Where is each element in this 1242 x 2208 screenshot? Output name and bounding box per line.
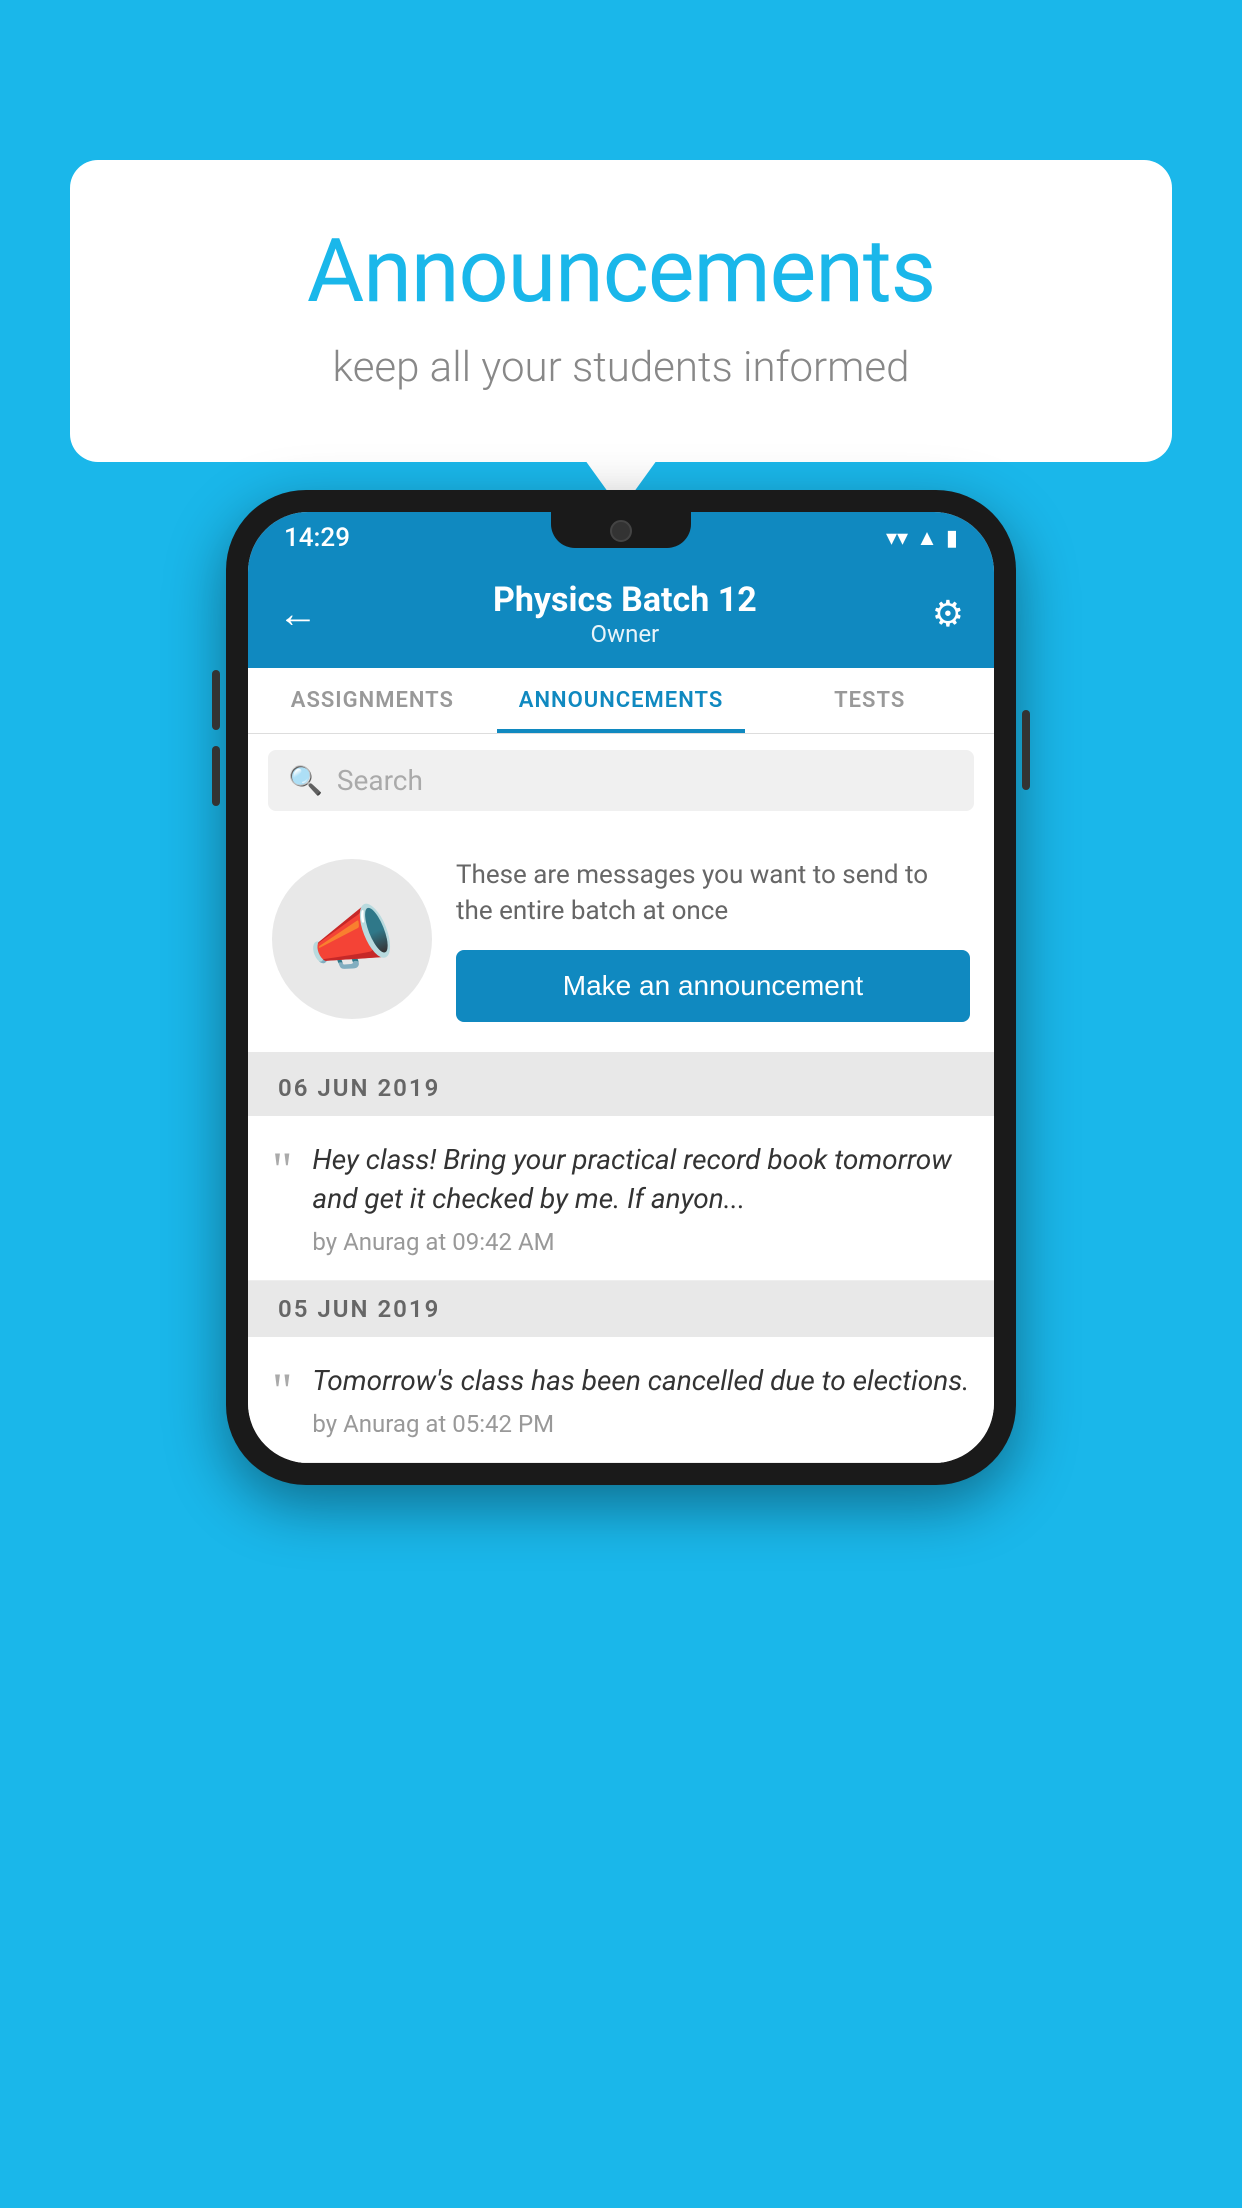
quote-icon-2: " xyxy=(272,1365,292,1415)
search-icon: 🔍 xyxy=(288,764,323,797)
volume-down-button xyxy=(212,746,220,806)
announcement-content-1: Hey class! Bring your practical record b… xyxy=(312,1140,970,1256)
search-bar[interactable]: 🔍 Search xyxy=(268,750,974,811)
announcement-text-2: Tomorrow's class has been cancelled due … xyxy=(312,1361,970,1400)
power-button xyxy=(1022,710,1030,790)
speech-bubble-title: Announcements xyxy=(150,220,1092,323)
make-announcement-button[interactable]: Make an announcement xyxy=(456,950,970,1022)
announcement-meta-1: by Anurag at 09:42 AM xyxy=(312,1228,970,1256)
volume-buttons xyxy=(212,670,220,806)
announcement-meta-2: by Anurag at 05:42 PM xyxy=(312,1410,970,1438)
search-input[interactable]: Search xyxy=(337,764,423,797)
wifi-icon: ▾▾ xyxy=(886,526,908,551)
tab-tests[interactable]: TESTS xyxy=(745,668,994,733)
speech-bubble: Announcements keep all your students inf… xyxy=(70,160,1172,462)
battery-icon: ▮ xyxy=(946,526,958,551)
announcement-right: These are messages you want to send to t… xyxy=(456,857,970,1022)
app-bar-title-section: Physics Batch 12 Owner xyxy=(318,580,932,648)
app-bar: ← Physics Batch 12 Owner ⚙ xyxy=(248,564,994,668)
announcement-icon-circle: 📣 xyxy=(272,859,432,1019)
status-time: 14:29 xyxy=(284,523,350,553)
announcement-prompt-section: 📣 These are messages you want to send to… xyxy=(248,827,994,1060)
announcement-description: These are messages you want to send to t… xyxy=(456,857,970,930)
settings-icon[interactable]: ⚙ xyxy=(932,593,964,635)
date-label-2: 05 JUN 2019 xyxy=(278,1295,440,1323)
phone-outer: 14:29 ▾▾ ▲ ▮ ← Physics Batch 12 Owner ⚙ xyxy=(226,490,1016,1485)
app-bar-subtitle: Owner xyxy=(318,620,932,648)
front-camera xyxy=(610,520,632,542)
announcement-item-2[interactable]: " Tomorrow's class has been cancelled du… xyxy=(248,1337,994,1463)
date-label-1: 06 JUN 2019 xyxy=(278,1074,440,1102)
tabs-bar: ASSIGNMENTS ANNOUNCEMENTS TESTS xyxy=(248,668,994,734)
tab-announcements[interactable]: ANNOUNCEMENTS xyxy=(497,668,746,733)
announcement-text-1: Hey class! Bring your practical record b… xyxy=(312,1140,970,1218)
phone-notch xyxy=(551,512,691,548)
app-bar-title: Physics Batch 12 xyxy=(318,580,932,620)
tab-assignments[interactable]: ASSIGNMENTS xyxy=(248,668,497,733)
date-separator-1: 06 JUN 2019 xyxy=(248,1060,994,1116)
announcement-item-1[interactable]: " Hey class! Bring your practical record… xyxy=(248,1116,994,1281)
search-container: 🔍 Search xyxy=(248,734,994,827)
announcement-content-2: Tomorrow's class has been cancelled due … xyxy=(312,1361,970,1438)
phone-screen: 14:29 ▾▾ ▲ ▮ ← Physics Batch 12 Owner ⚙ xyxy=(248,512,994,1463)
speech-bubble-container: Announcements keep all your students inf… xyxy=(70,160,1172,462)
status-icons: ▾▾ ▲ ▮ xyxy=(886,525,958,551)
speech-bubble-subtitle: keep all your students informed xyxy=(150,343,1092,392)
signal-icon: ▲ xyxy=(916,525,938,551)
quote-icon-1: " xyxy=(272,1144,292,1194)
volume-up-button xyxy=(212,670,220,730)
back-button[interactable]: ← xyxy=(278,594,318,634)
phone-mockup: 14:29 ▾▾ ▲ ▮ ← Physics Batch 12 Owner ⚙ xyxy=(226,490,1016,1485)
megaphone-icon: 📣 xyxy=(308,898,395,980)
date-separator-2: 05 JUN 2019 xyxy=(248,1281,994,1337)
